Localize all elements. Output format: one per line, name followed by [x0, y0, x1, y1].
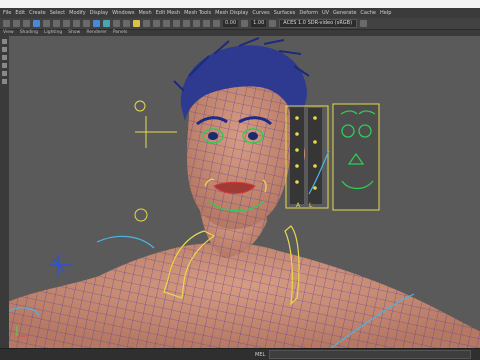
command-line: MEL — [0, 348, 480, 360]
view-transform-select[interactable]: ACES 1.0 SDR-video (sRGB) — [279, 19, 358, 28]
menu-help[interactable]: Help — [380, 8, 391, 18]
anti-aliasing-icon[interactable] — [173, 20, 180, 27]
arm-curve-left[interactable] — [96, 235, 155, 249]
menu-create[interactable]: Create — [29, 8, 46, 18]
depth-of-field-icon[interactable] — [183, 20, 190, 27]
menu-mesh[interactable]: Mesh — [138, 8, 151, 18]
field-chart-icon[interactable] — [83, 20, 90, 27]
chevron-down-icon[interactable] — [360, 20, 368, 27]
rig-crosshair-control[interactable] — [135, 116, 177, 148]
viewport-toolbar: 0.00 1.00 ACES 1.0 SDR-video (sRGB) — [0, 18, 480, 30]
tool-box — [0, 36, 9, 356]
menu-display[interactable]: Display — [90, 8, 108, 18]
grid-icon[interactable] — [43, 20, 50, 27]
menu-windows[interactable]: Windows — [112, 8, 134, 18]
title-bar — [0, 0, 480, 8]
exposure-field[interactable]: 0.00 — [223, 20, 239, 27]
menu-curves[interactable]: Curves — [252, 8, 269, 18]
isolate-select-icon[interactable] — [193, 20, 200, 27]
menu-cache[interactable]: Cache — [360, 8, 376, 18]
use-default-material-icon[interactable] — [113, 20, 120, 27]
menu-modify[interactable]: Modify — [69, 8, 86, 18]
menu-mesh-display[interactable]: Mesh Display — [215, 8, 248, 18]
shadows-icon[interactable] — [143, 20, 150, 27]
gamma-field[interactable]: 1.00 — [251, 20, 267, 27]
gamma-icon[interactable] — [241, 20, 249, 27]
menu-surfaces[interactable]: Surfaces — [274, 8, 296, 18]
textured-icon[interactable] — [123, 20, 130, 27]
menu-edit-mesh[interactable]: Edit Mesh — [156, 8, 180, 18]
face-panel-frame — [332, 103, 380, 211]
lasso-tool-icon[interactable] — [2, 47, 7, 52]
camera-attributes-icon[interactable] — [13, 20, 20, 27]
rig-circle-control-top[interactable] — [134, 100, 146, 112]
screen-space-ao-icon[interactable] — [153, 20, 160, 27]
menu-mesh-tools[interactable]: Mesh Tools — [184, 8, 211, 18]
move-tool-icon[interactable] — [2, 63, 7, 68]
rotate-tool-icon[interactable] — [2, 71, 7, 76]
bookmark-icon[interactable] — [23, 20, 30, 27]
menu-generate[interactable]: Generate — [333, 8, 356, 18]
hand-control-left[interactable] — [50, 254, 71, 276]
smooth-shade-icon[interactable] — [103, 20, 110, 27]
menu-select[interactable]: Select — [50, 8, 65, 18]
command-input[interactable] — [269, 350, 472, 359]
scale-tool-icon[interactable] — [2, 79, 7, 84]
menu-deform[interactable]: Deform — [299, 8, 318, 18]
eye-left — [208, 132, 218, 140]
color-management-icon[interactable] — [269, 20, 277, 27]
menu-file[interactable]: File — [3, 8, 11, 18]
select-tool-icon[interactable] — [2, 39, 7, 44]
main-menu-bar: File Edit Create Select Modify Display W… — [0, 8, 480, 18]
image-plane-icon[interactable] — [33, 20, 40, 27]
eye-right — [248, 132, 258, 140]
viewport-canvas: A L — [9, 37, 480, 348]
menu-uv[interactable]: UV — [322, 8, 329, 18]
xray-joints-icon[interactable] — [213, 20, 220, 27]
mel-label[interactable]: MEL — [255, 352, 265, 358]
resolution-gate-icon[interactable] — [63, 20, 70, 27]
select-camera-icon[interactable] — [3, 20, 10, 27]
paint-select-icon[interactable] — [2, 55, 7, 60]
film-gate-icon[interactable] — [53, 20, 60, 27]
rig-control-panel-face[interactable] — [332, 103, 380, 211]
menu-edit[interactable]: Edit — [15, 8, 25, 18]
use-all-lights-icon[interactable] — [133, 20, 140, 27]
wireframe-icon[interactable] — [93, 20, 100, 27]
rig-control-panel-left[interactable]: A L — [285, 105, 329, 209]
motion-blur-icon[interactable] — [163, 20, 170, 27]
maya-window: File Edit Create Select Modify Display W… — [0, 0, 480, 360]
perspective-viewport[interactable]: A L — [9, 36, 480, 348]
gate-mask-icon[interactable] — [73, 20, 80, 27]
rig-slider-column-left[interactable] — [290, 108, 304, 204]
xray-icon[interactable] — [203, 20, 210, 27]
rig-circle-control-bottom[interactable] — [134, 208, 148, 222]
